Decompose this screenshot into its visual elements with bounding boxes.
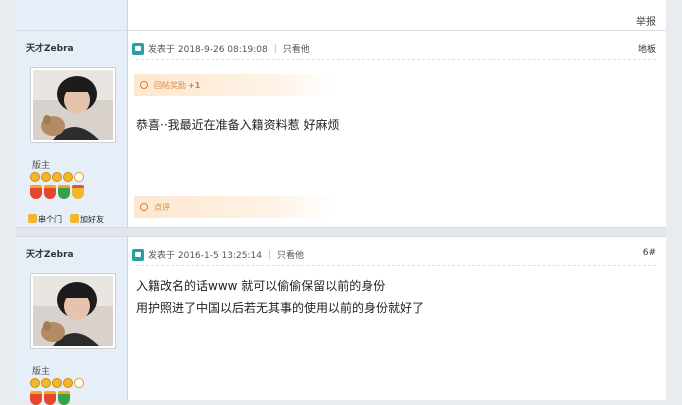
- post-previous: 举报: [16, 0, 666, 30]
- post-content: 发表于 2016-1-5 13:25:14 | 只看他 6# 入籍改名的话www…: [128, 237, 666, 400]
- award-value: +1: [188, 80, 201, 90]
- post-timestamp: 发表于 2016-1-5 13:25:14: [148, 251, 262, 261]
- post-timestamp: 发表于 2018-9-26 08:19:08: [148, 45, 268, 55]
- post-message-line: 入籍改名的话www 就可以偷偷保留以前的身份: [136, 279, 386, 293]
- medal-row: [30, 391, 70, 405]
- star-icon: [41, 172, 51, 182]
- report-link[interactable]: 举报: [636, 13, 656, 28]
- award-icon: [140, 81, 148, 89]
- author-role: 版主: [32, 161, 51, 171]
- avatar-image: [33, 276, 113, 346]
- comment-label: 点评: [154, 202, 170, 212]
- medal-icon: [30, 185, 42, 199]
- star-icon: [52, 378, 62, 388]
- post-message: 恭喜··我最近在准备入籍资料惹 好麻烦: [136, 118, 340, 132]
- view-only-author-link[interactable]: 只看他: [283, 42, 310, 55]
- medal-icon: [44, 391, 56, 405]
- medal-row: [30, 185, 84, 199]
- star-icon: [63, 378, 73, 388]
- star-icon: [41, 378, 51, 388]
- medal-icon: [58, 185, 70, 199]
- meta-divider: |: [273, 43, 277, 54]
- divider: [136, 265, 656, 266]
- post-separator: [16, 227, 666, 237]
- comment-icon: [140, 203, 148, 211]
- meta-divider: |: [268, 249, 272, 260]
- author-actions: 串个门 加好友: [28, 214, 104, 225]
- floor-label[interactable]: 6#: [643, 248, 656, 258]
- star-icon: [63, 172, 73, 182]
- floor-label[interactable]: 地板: [638, 42, 656, 55]
- author-sidebar: 天才Zebra 版主: [16, 237, 128, 405]
- author-username[interactable]: 天才Zebra: [26, 41, 74, 54]
- visit-label: 串个门: [38, 215, 62, 224]
- medal-icon: [30, 391, 42, 405]
- award-label: 回帖奖励: [154, 80, 186, 90]
- comment-button[interactable]: 点评: [134, 196, 334, 218]
- avatar[interactable]: [30, 67, 116, 143]
- reply-award-banner: 回帖奖励 +1: [134, 74, 334, 96]
- author-sidebar: 天才Zebra 版主: [16, 31, 128, 227]
- visit-icon: [28, 214, 37, 223]
- previous-post-sidebar: [16, 0, 128, 30]
- avatar-image: [33, 70, 113, 140]
- visit-button[interactable]: 串个门: [28, 214, 62, 225]
- medal-icon: [58, 391, 70, 405]
- medal-icon: [44, 185, 56, 199]
- author-username[interactable]: 天才Zebra: [26, 247, 74, 260]
- post-message-line: 用护照进了中国以后若无其事的使用以前的身份就好了: [136, 301, 425, 315]
- post-icon: [132, 42, 144, 55]
- star-icon: [30, 172, 40, 182]
- add-friend-icon: [70, 214, 79, 223]
- avatar[interactable]: [30, 273, 116, 349]
- previous-post-content: 举报: [128, 0, 666, 30]
- post-meta: 发表于 2018-9-26 08:19:08 | 只看他: [132, 42, 310, 55]
- star-icon: [52, 172, 62, 182]
- post-meta: 发表于 2016-1-5 13:25:14 | 只看他: [132, 248, 304, 261]
- add-friend-label: 加好友: [80, 215, 104, 224]
- rank-stars: [30, 172, 84, 182]
- post-content: 发表于 2018-9-26 08:19:08 | 只看他 地板 回帖奖励 +1 …: [128, 31, 666, 227]
- post-icon: [132, 248, 144, 261]
- post-floor-6: 天才Zebra 版主 发表于 2016-1-5 13:25:14 | 只看他 6…: [16, 237, 666, 405]
- moon-icon: [74, 378, 84, 388]
- divider: [136, 59, 656, 60]
- view-only-author-link[interactable]: 只看他: [277, 248, 304, 261]
- star-icon: [30, 378, 40, 388]
- rank-stars: [30, 378, 84, 388]
- moon-icon: [74, 172, 84, 182]
- post-floor-4: 天才Zebra 版主 串个门 加好友 发表于 2018-9-26 08:19:0…: [16, 30, 666, 227]
- add-friend-button[interactable]: 加好友: [70, 214, 104, 225]
- author-role: 版主: [32, 367, 51, 377]
- medal-icon: [72, 185, 84, 199]
